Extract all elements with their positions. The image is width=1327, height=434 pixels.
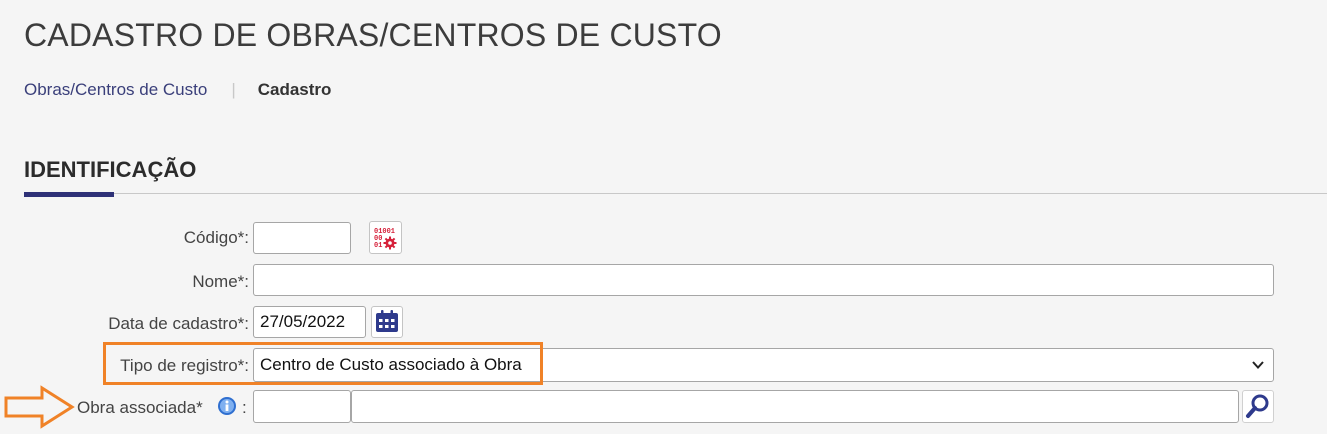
breadcrumb-separator: | <box>231 80 236 99</box>
page-title: CADASTRO DE OBRAS/CENTROS DE CUSTO <box>24 17 722 53</box>
tipo-registro-value: Centro de Custo associado à Obra <box>260 355 522 374</box>
nome-label: Nome*: <box>192 272 249 291</box>
codigo-input[interactable] <box>253 222 351 254</box>
section-title: IDENTIFICAÇÃO <box>24 157 197 182</box>
nome-input[interactable] <box>253 264 1274 296</box>
generate-code-button[interactable]: 01001 00 01 <box>369 221 402 254</box>
search-obra-button[interactable] <box>1242 390 1274 423</box>
calendar-button[interactable] <box>371 306 403 338</box>
obra-codigo-input[interactable] <box>253 390 351 423</box>
obra-nome-input[interactable] <box>351 390 1239 423</box>
info-icon[interactable] <box>217 396 237 416</box>
breadcrumb: Obras/Centros de Custo | Cadastro <box>24 80 331 100</box>
svg-text:01: 01 <box>374 242 382 250</box>
codigo-label: Código*: <box>183 228 249 247</box>
chevron-down-icon <box>1252 361 1264 369</box>
calendar-icon <box>376 310 398 332</box>
tipo-registro-label: Tipo de registro*: <box>120 356 249 375</box>
obra-associada-colon: : <box>242 398 247 417</box>
binary-gear-icon: 01001 00 01 <box>374 228 397 250</box>
breadcrumb-current: Cadastro <box>257 80 332 99</box>
data-cadastro-label: Data de cadastro*: <box>108 314 249 333</box>
section-divider <box>24 193 1327 194</box>
search-icon <box>1246 394 1269 418</box>
obra-associada-label: Obra associada* <box>77 398 203 417</box>
section-accent-bar <box>24 192 114 197</box>
data-cadastro-input[interactable] <box>253 306 366 338</box>
tipo-registro-select[interactable]: Centro de Custo associado à Obra <box>253 348 1274 382</box>
orange-arrow-icon <box>4 385 75 429</box>
breadcrumb-link-obras[interactable]: Obras/Centros de Custo <box>24 80 207 99</box>
